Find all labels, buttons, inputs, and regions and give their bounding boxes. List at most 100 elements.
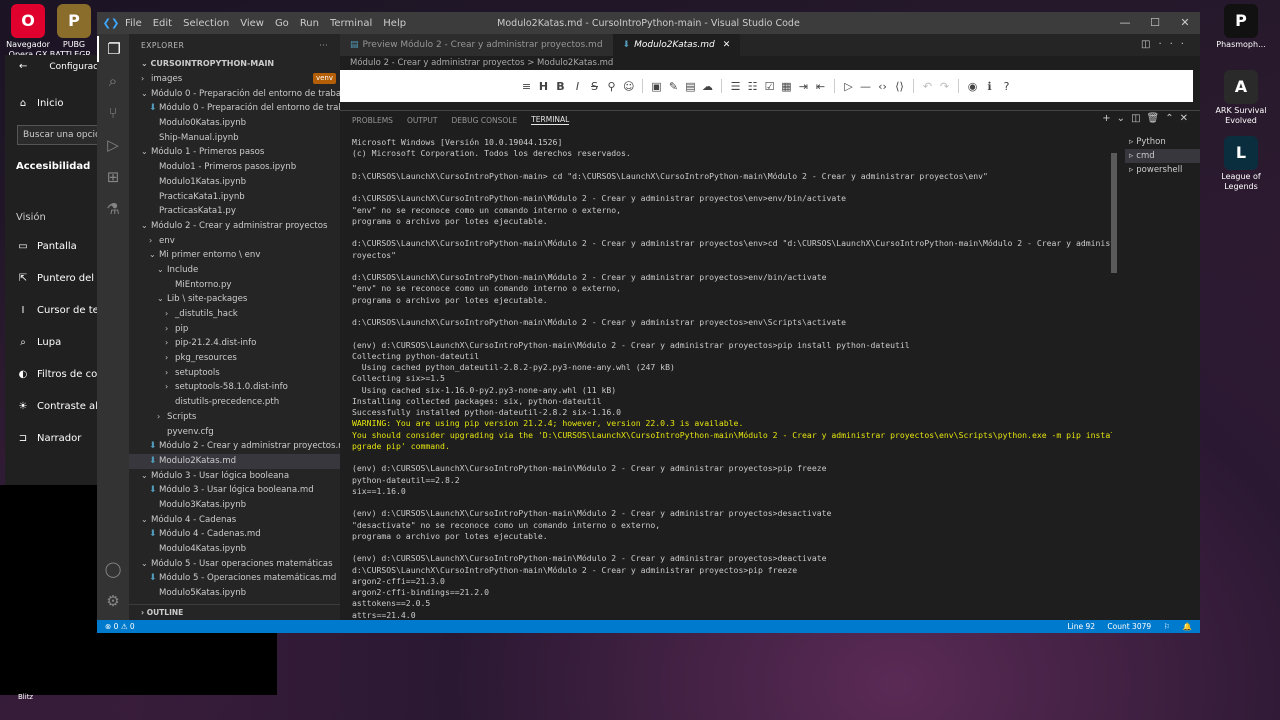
- tree-item[interactable]: Modulo4Katas.ipynb: [129, 542, 340, 557]
- feedback-icon[interactable]: ⚐: [1164, 622, 1171, 631]
- menu-item[interactable]: Help: [383, 18, 406, 29]
- info-icon[interactable]: ℹ: [984, 80, 995, 93]
- menu-item[interactable]: View: [240, 18, 264, 29]
- menu-item[interactable]: Edit: [153, 18, 172, 29]
- testing-icon[interactable]: ⚗: [97, 196, 129, 222]
- settings-home[interactable]: Inicio: [37, 98, 63, 109]
- taskbar-label[interactable]: Blitz: [18, 693, 33, 701]
- numbered-list-icon[interactable]: ☷: [747, 80, 758, 93]
- tree-item[interactable]: › Scripts: [129, 410, 340, 425]
- terminal-scrollbar[interactable]: [1111, 153, 1117, 273]
- menu-item[interactable]: Terminal: [330, 18, 372, 29]
- back-arrow-icon[interactable]: ←: [19, 61, 27, 72]
- tree-item[interactable]: PracticasKata1.py: [129, 204, 340, 219]
- menu-item[interactable]: Go: [275, 18, 289, 29]
- bold-icon[interactable]: B: [555, 80, 566, 93]
- tree-item[interactable]: ⌄ Lib \ site-packages: [129, 292, 340, 307]
- tree-item[interactable]: ⌄ Mi primer entorno \ env: [129, 248, 340, 263]
- tree-item[interactable]: ⌄ Módulo 2 - Crear y administrar proyecto…: [129, 219, 340, 234]
- source-control-icon[interactable]: ⑂: [97, 100, 129, 126]
- settings-item[interactable]: ▭ Pantalla: [17, 241, 77, 252]
- more-actions-icon[interactable]: ···: [1158, 39, 1192, 50]
- tree-item[interactable]: ⌄ Módulo 3 - Usar lógica booleana: [129, 469, 340, 484]
- settings-item[interactable]: ⌕ Lupa: [17, 337, 61, 348]
- split-terminal-icon[interactable]: ◫: [1131, 113, 1146, 124]
- table-icon[interactable]: ▦: [781, 80, 792, 93]
- maximize-icon[interactable]: ☐: [1140, 12, 1170, 34]
- settings-search-input[interactable]: Buscar una opción: [23, 130, 106, 140]
- image-icon[interactable]: ▣: [651, 80, 662, 93]
- more-actions-icon[interactable]: ···: [319, 41, 328, 50]
- notifications-icon[interactable]: 🔔: [1183, 622, 1192, 631]
- search-icon[interactable]: ⌕: [97, 68, 129, 94]
- explorer-icon[interactable]: ❐: [97, 36, 129, 62]
- count-status[interactable]: Count 3079: [1107, 622, 1151, 631]
- menu-item[interactable]: File: [125, 18, 142, 29]
- tree-item[interactable]: ⬇ Módulo 0 - Preparación del entorno de t…: [129, 101, 340, 116]
- tree-item[interactable]: › pkg_resources: [129, 351, 340, 366]
- tree-item[interactable]: Ship-Manual.ipynb: [129, 131, 340, 146]
- tree-item[interactable]: Modulo1 - Primeros pasos.ipynb: [129, 160, 340, 175]
- root-folder[interactable]: ⌄ CURSOINTROPYTHON-MAIN: [129, 56, 340, 72]
- tree-item[interactable]: › _distutils_hack: [129, 307, 340, 322]
- close-tab-icon[interactable]: ✕: [723, 40, 731, 50]
- outdent-icon[interactable]: ⇤: [815, 80, 826, 93]
- heading-icon[interactable]: H: [538, 80, 549, 93]
- file-icon[interactable]: ▤: [685, 80, 696, 93]
- code-icon[interactable]: ‹›: [877, 80, 888, 93]
- panel-tab[interactable]: TERMINAL: [531, 115, 570, 125]
- tree-item[interactable]: › images venv: [129, 72, 340, 87]
- tree-item[interactable]: › pip-21.2.4.dist-info: [129, 336, 340, 351]
- terminal-instance[interactable]: ▹ cmd: [1125, 149, 1200, 163]
- tree-item[interactable]: › pip: [129, 322, 340, 337]
- tree-item[interactable]: Modulo5Katas.ipynb: [129, 586, 340, 601]
- maximize-panel-icon[interactable]: ⌃: [1165, 113, 1179, 124]
- editor-tab[interactable]: ▤ Preview Módulo 2 - Crear y administrar …: [340, 34, 613, 56]
- tree-item[interactable]: pyvenv.cfg: [129, 425, 340, 440]
- redo-icon[interactable]: ↷: [939, 80, 950, 93]
- menu-item[interactable]: Selection: [183, 18, 229, 29]
- line-status[interactable]: Line 92: [1067, 622, 1095, 631]
- tree-item[interactable]: ⬇ Modulo2Katas.md: [129, 453, 340, 469]
- panel-tab[interactable]: OUTPUT: [407, 116, 438, 125]
- preview-icon[interactable]: ◉: [967, 80, 978, 93]
- tree-item[interactable]: ⌄ Módulo 1 - Primeros pasos: [129, 145, 340, 160]
- extensions-icon[interactable]: ⊞: [97, 164, 129, 190]
- tree-item[interactable]: distutils-precedence.pth: [129, 395, 340, 410]
- link-icon[interactable]: ⚲: [606, 80, 617, 93]
- horizontal-rule-icon[interactable]: —: [860, 80, 871, 93]
- problems-status[interactable]: ⊗ 0 ⚠ 0: [105, 622, 135, 631]
- terminal-instance[interactable]: ▹ Python: [1125, 135, 1200, 149]
- help-icon[interactable]: ?: [1001, 80, 1012, 93]
- tree-item[interactable]: ⬇ Módulo 4 - Cadenas.md: [129, 527, 340, 542]
- panel-tab[interactable]: PROBLEMS: [352, 116, 393, 125]
- tree-item[interactable]: › env: [129, 234, 340, 249]
- tree-item[interactable]: Modulo3Katas.ipynb: [129, 498, 340, 513]
- account-icon[interactable]: ◯: [97, 556, 129, 582]
- kill-terminal-icon[interactable]: 🗑: [1147, 113, 1166, 124]
- run-debug-icon[interactable]: ▷: [97, 132, 129, 158]
- breadcrumb[interactable]: Módulo 2 - Crear y administrar proyectos…: [340, 56, 1200, 70]
- editor-tab[interactable]: ⬇ Modulo2Katas.md ✕: [612, 34, 741, 56]
- gear-icon[interactable]: ⚙: [97, 588, 129, 614]
- indent-icon[interactable]: ⇥: [798, 80, 809, 93]
- checklist-icon[interactable]: ☑: [764, 80, 775, 93]
- new-terminal-icon[interactable]: +⌄: [1102, 113, 1131, 124]
- tree-item[interactable]: Modulo0Katas.ipynb: [129, 116, 340, 131]
- settings-item[interactable]: ☀ Contraste alto: [17, 401, 109, 412]
- tree-item[interactable]: › setuptools-58.1.0.dist-info: [129, 380, 340, 395]
- tree-item[interactable]: ⬇ Módulo 3 - Usar lógica booleana.md: [129, 483, 340, 498]
- menu-item[interactable]: Run: [300, 18, 319, 29]
- tree-item[interactable]: ⬇ Módulo 5 - Operaciones matemáticas.md: [129, 571, 340, 586]
- emoji-icon[interactable]: ☺: [623, 80, 634, 93]
- terminal-output[interactable]: Microsoft Windows [Versión 10.0.19044.15…: [352, 137, 1112, 622]
- tree-item[interactable]: PracticaKata1.ipynb: [129, 190, 340, 205]
- panel-tab[interactable]: DEBUG CONSOLE: [452, 116, 518, 125]
- tree-item[interactable]: ⬇ Módulo 2 - Crear y administrar proyecto…: [129, 439, 340, 454]
- desktop-icon[interactable]: P Phasmoph...: [1213, 4, 1269, 50]
- tree-item[interactable]: ⌄ Módulo 0 - Preparación del entorno de t…: [129, 87, 340, 102]
- strikethrough-icon[interactable]: S: [589, 80, 600, 93]
- edit-icon[interactable]: ✎: [668, 80, 679, 93]
- desktop-icon[interactable]: A ARK Survival Evolved: [1213, 70, 1269, 126]
- tree-item[interactable]: Modulo1Katas.ipynb: [129, 175, 340, 190]
